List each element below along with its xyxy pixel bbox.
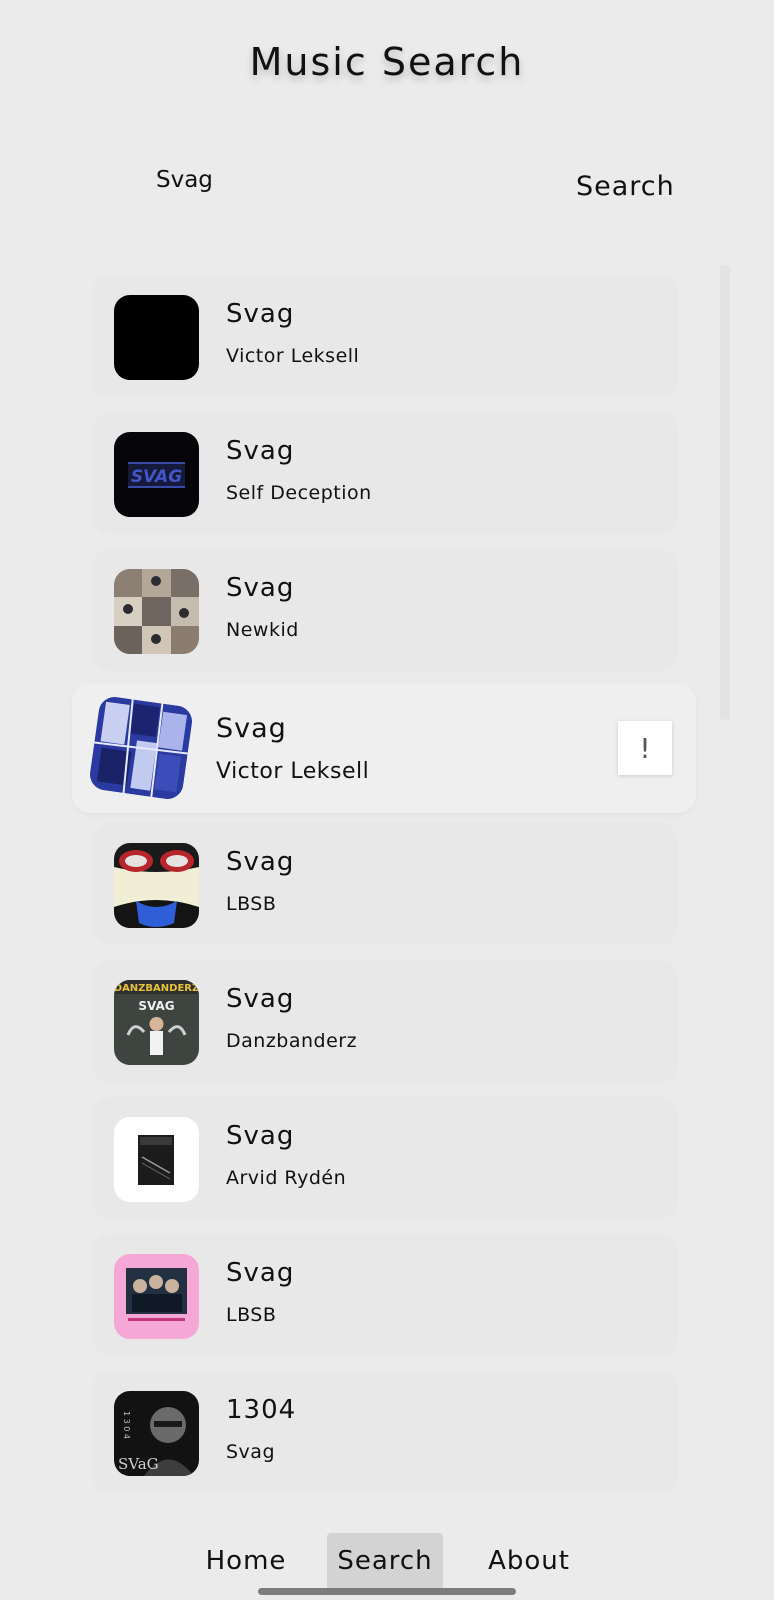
album-cover bbox=[114, 295, 199, 380]
track-title: Svag bbox=[226, 1121, 295, 1151]
result-card-selected[interactable]: Svag Victor Leksell ! bbox=[72, 683, 696, 813]
cover-lettering: 1 3 0 4 bbox=[122, 1411, 131, 1439]
app-title: Music Search bbox=[249, 40, 525, 84]
track-title: Svag bbox=[226, 1258, 295, 1288]
track-artist: Svag bbox=[226, 1441, 276, 1463]
album-cover: SVAG bbox=[114, 432, 199, 517]
cover-lettering: DANZBANDERZ bbox=[114, 983, 199, 994]
album-cover: DANZBANDERZ SVAG bbox=[114, 980, 199, 1065]
nav-about[interactable]: About bbox=[478, 1533, 580, 1590]
result-card[interactable]: Svag Arvid Rydén bbox=[92, 1097, 678, 1219]
album-cover bbox=[114, 1117, 199, 1202]
track-info-button[interactable]: ! bbox=[618, 721, 672, 775]
track-artist: Victor Leksell bbox=[226, 345, 360, 367]
album-cover bbox=[114, 843, 199, 928]
result-card[interactable]: Svag Newkid bbox=[92, 549, 678, 671]
result-card[interactable]: DANZBANDERZ SVAG Svag Danzbanderz bbox=[92, 960, 678, 1082]
cover-lettering: SVAG bbox=[138, 999, 174, 1013]
track-title: Svag bbox=[226, 436, 295, 466]
track-artist: LBSB bbox=[226, 893, 277, 915]
album-cover bbox=[87, 694, 195, 802]
track-artist: Danzbanderz bbox=[226, 1030, 358, 1052]
result-card[interactable]: Svag Victor Leksell bbox=[92, 275, 678, 397]
track-title: Svag bbox=[226, 847, 295, 877]
track-title: Svag bbox=[226, 299, 295, 329]
search-input[interactable] bbox=[130, 158, 482, 202]
cover-lettering: SVaG bbox=[118, 1455, 159, 1473]
bottom-navigation: Home Search About bbox=[0, 1533, 774, 1593]
track-title: Svag bbox=[226, 573, 295, 603]
track-artist: LBSB bbox=[226, 1304, 277, 1326]
album-cover bbox=[114, 569, 199, 654]
nav-search[interactable]: Search bbox=[327, 1533, 443, 1590]
track-title: 1304 bbox=[226, 1395, 297, 1425]
result-card[interactable]: 1 3 0 4 SVaG 1304 Svag bbox=[92, 1371, 678, 1493]
track-artist: Arvid Rydén bbox=[226, 1167, 347, 1189]
nav-home[interactable]: Home bbox=[200, 1533, 292, 1590]
result-card[interactable]: Svag LBSB bbox=[92, 823, 678, 945]
scrollbar[interactable] bbox=[720, 265, 730, 720]
track-title: Svag bbox=[226, 984, 295, 1014]
result-card[interactable]: SVAG Svag Self Deception bbox=[92, 412, 678, 534]
search-button[interactable]: Search bbox=[560, 164, 700, 208]
cover-lettering: SVAG bbox=[131, 467, 182, 487]
result-card[interactable]: Svag LBSB bbox=[92, 1234, 678, 1356]
track-artist: Self Deception bbox=[226, 482, 372, 504]
track-artist: Newkid bbox=[226, 619, 299, 641]
album-cover bbox=[114, 1254, 199, 1339]
album-cover: 1 3 0 4 SVaG bbox=[114, 1391, 199, 1476]
track-title: Svag bbox=[216, 713, 287, 744]
track-artist: Victor Leksell bbox=[216, 759, 370, 784]
home-indicator[interactable] bbox=[258, 1588, 516, 1595]
